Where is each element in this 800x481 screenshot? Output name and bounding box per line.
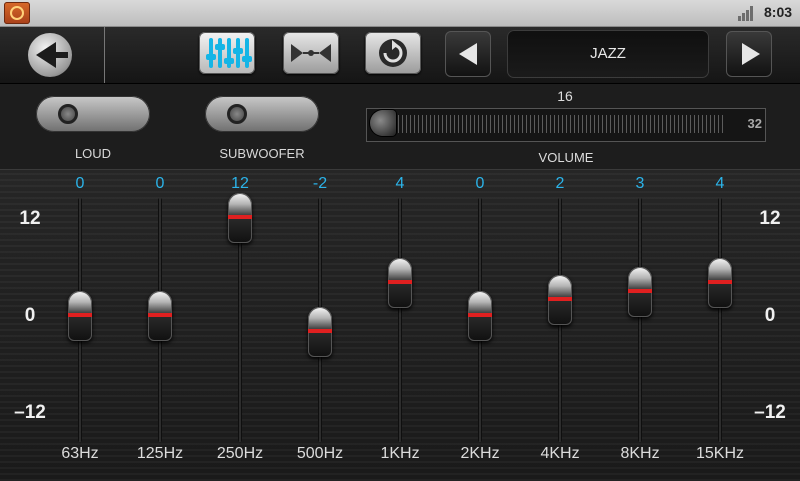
eq-band-label: 8KHz bbox=[620, 445, 660, 462]
eq-band: 3 8KHz bbox=[600, 170, 680, 481]
subwoofer-toggle[interactable] bbox=[205, 96, 319, 132]
eq-band-value: 2 bbox=[555, 175, 565, 192]
eq-band-label: 4KHz bbox=[540, 445, 580, 462]
reset-icon bbox=[379, 39, 407, 67]
eq-band-label: 15KHz bbox=[695, 445, 745, 462]
previous-icon bbox=[459, 43, 477, 65]
loud-label: LOUD bbox=[74, 146, 112, 161]
eq-band-knob[interactable] bbox=[148, 291, 172, 341]
status-bar: 8:03 bbox=[0, 0, 800, 27]
eq-band-value: 4 bbox=[395, 175, 405, 192]
eq-band: 4 1KHz bbox=[360, 170, 440, 481]
volume-label: VOLUME bbox=[538, 150, 594, 165]
eq-band-slider[interactable] bbox=[638, 198, 642, 442]
eq-band-value: -2 bbox=[312, 175, 328, 192]
eq-band-knob[interactable] bbox=[388, 258, 412, 309]
eq-band: 0 125Hz bbox=[120, 170, 200, 481]
eq-band-value: 0 bbox=[155, 175, 165, 192]
equalizer-button[interactable] bbox=[199, 32, 255, 74]
eq-band: 0 63Hz bbox=[40, 170, 120, 481]
next-icon bbox=[742, 43, 760, 65]
eq-band-value: 3 bbox=[635, 175, 645, 192]
toolbar: JAZZ bbox=[0, 27, 800, 84]
volume-track bbox=[370, 110, 726, 136]
eq-band-label: 1KHz bbox=[380, 445, 420, 462]
balance-icon bbox=[291, 44, 331, 62]
eq-band-label: 500Hz bbox=[296, 445, 344, 462]
toggle-knob bbox=[58, 104, 78, 124]
next-preset-button[interactable] bbox=[726, 31, 772, 77]
eq-band-value: 0 bbox=[475, 175, 485, 192]
eq-band-knob[interactable] bbox=[228, 193, 252, 243]
volume-value: 16 bbox=[557, 88, 573, 104]
eq-band-slider[interactable] bbox=[718, 198, 722, 442]
toggle-knob bbox=[227, 104, 247, 124]
eq-band: -2 500Hz bbox=[280, 170, 360, 481]
subwoofer-label: SUBWOOFER bbox=[219, 146, 305, 161]
eq-band: 12 250Hz bbox=[200, 170, 280, 481]
eq-band-knob[interactable] bbox=[308, 307, 332, 358]
balance-button[interactable] bbox=[283, 32, 339, 74]
eq-band: 0 2KHz bbox=[440, 170, 520, 481]
eq-band-knob[interactable] bbox=[468, 291, 492, 341]
eq-band-knob[interactable] bbox=[68, 291, 92, 341]
eq-band-knob[interactable] bbox=[708, 258, 732, 309]
clock: 8:03 bbox=[764, 4, 793, 20]
eq-band-label: 2KHz bbox=[460, 445, 500, 462]
volume-max: 32 bbox=[747, 116, 762, 131]
eq-band-knob[interactable] bbox=[628, 266, 652, 317]
eq-band-knob[interactable] bbox=[548, 274, 572, 325]
signal-icon bbox=[738, 5, 756, 21]
previous-preset-button[interactable] bbox=[445, 31, 491, 77]
toolbar-divider bbox=[104, 27, 105, 83]
volume-knob[interactable] bbox=[370, 110, 396, 136]
eq-band-value: 0 bbox=[75, 175, 85, 192]
eq-band-label: 125Hz bbox=[136, 445, 184, 462]
volume-slider[interactable]: 32 bbox=[366, 108, 766, 142]
preset-name: JAZZ bbox=[507, 30, 709, 78]
app-icon bbox=[4, 2, 30, 24]
eq-band-value: 4 bbox=[715, 175, 725, 192]
eq-band-value: 12 bbox=[231, 175, 249, 192]
back-button[interactable] bbox=[28, 33, 74, 77]
eq-band: 2 4KHz bbox=[520, 170, 600, 481]
eq-band-slider[interactable] bbox=[398, 198, 402, 442]
reset-button[interactable] bbox=[365, 32, 421, 74]
eq-band-label: 250Hz bbox=[216, 445, 264, 462]
eq-band-label: 63Hz bbox=[61, 445, 99, 462]
eq-band: 4 15KHz bbox=[680, 170, 760, 481]
loud-toggle[interactable] bbox=[36, 96, 150, 132]
equalizer-panel: 12 0 –12 12 0 –12 0 63Hz 0 125Hz 12 250Hz -2 50… bbox=[0, 169, 800, 481]
